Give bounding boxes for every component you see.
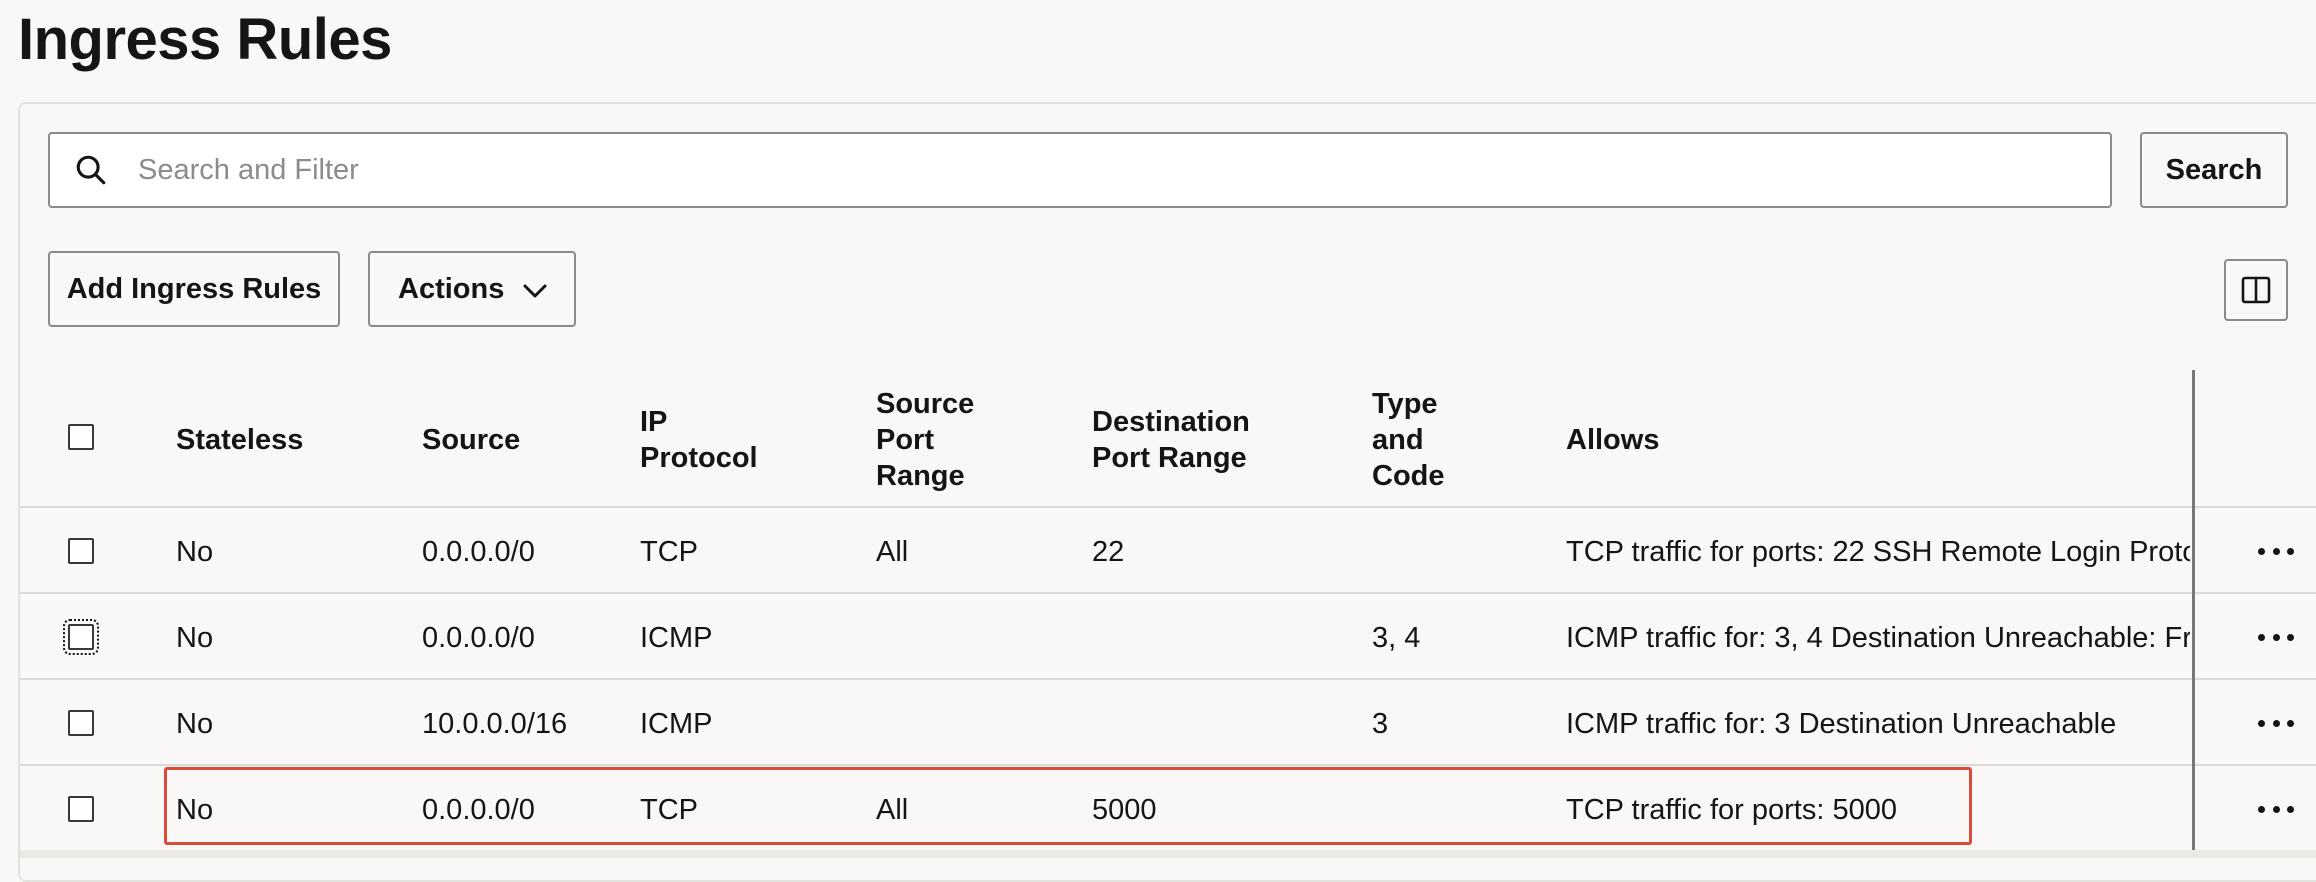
- cell-stateless: No: [176, 622, 214, 654]
- cell-source-port-range: All: [876, 794, 909, 826]
- header-ip-protocol-1[interactable]: IP: [640, 404, 667, 440]
- table-row: No 10.0.0.0/16 ICMP 3 ICMP traffic for: …: [20, 680, 2316, 766]
- row-checkbox[interactable]: [68, 710, 94, 736]
- cell-source: 0.0.0.0/0: [422, 794, 535, 826]
- header-ip-protocol-2[interactable]: Protocol: [640, 440, 758, 476]
- cell-source: 0.0.0.0/0: [422, 536, 535, 568]
- header-stateless[interactable]: Stateless: [176, 422, 303, 458]
- row-checkbox[interactable]: [68, 538, 94, 564]
- cell-type-and-code: 3, 4: [1372, 622, 1421, 654]
- select-all-checkbox[interactable]: [68, 424, 94, 450]
- search-input-container[interactable]: [48, 132, 2112, 208]
- cell-ip-protocol: ICMP: [640, 622, 713, 654]
- sticky-column-divider: [2192, 370, 2195, 858]
- more-actions-icon[interactable]: [2258, 804, 2294, 814]
- header-source-port-range-3[interactable]: Range: [876, 458, 965, 494]
- table-row: No 0.0.0.0/0 ICMP 3, 4 ICMP traffic for:…: [20, 594, 2316, 680]
- more-actions-icon[interactable]: [2258, 546, 2294, 556]
- cell-destination-port-range: 5000: [1092, 794, 1157, 826]
- header-type-and-code-3[interactable]: Code: [1372, 458, 1445, 494]
- row-checkbox[interactable]: [68, 796, 94, 822]
- table-bottom-edge: [20, 850, 2316, 858]
- header-type-and-code-2[interactable]: and: [1372, 422, 1424, 458]
- cell-type-and-code: 3: [1372, 708, 1389, 740]
- more-actions-icon[interactable]: [2258, 632, 2294, 642]
- cell-source-port-range: All: [876, 536, 909, 568]
- manage-columns-button[interactable]: [2224, 259, 2288, 321]
- page-title: Ingress Rules: [18, 7, 392, 72]
- cell-allows: TCP traffic for ports: 5000: [1566, 794, 1897, 826]
- row-checkbox[interactable]: [63, 619, 99, 655]
- ingress-rules-table: Stateless Source IP Protocol Source Port…: [20, 370, 2316, 858]
- chevron-down-icon: [523, 284, 547, 298]
- header-source-port-range-1[interactable]: Source: [876, 386, 974, 422]
- search-input[interactable]: [136, 152, 2040, 188]
- cell-allows: ICMP traffic for: 3 Destination Unreacha…: [1566, 708, 2117, 740]
- table-row: No 0.0.0.0/0 TCP All 22 TCP traffic for …: [20, 508, 2316, 594]
- search-button[interactable]: Search: [2140, 132, 2288, 208]
- table-row: No 0.0.0.0/0 TCP All 5000 TCP traffic fo…: [20, 766, 2316, 852]
- cell-source: 10.0.0.0/16: [422, 708, 568, 740]
- cell-ip-protocol: ICMP: [640, 708, 713, 740]
- header-type-and-code-1[interactable]: Type: [1372, 386, 1438, 422]
- cell-stateless: No: [176, 794, 214, 826]
- add-ingress-rules-button[interactable]: Add Ingress Rules: [48, 251, 340, 327]
- more-actions-icon[interactable]: [2258, 718, 2294, 728]
- cell-ip-protocol: TCP: [640, 536, 698, 568]
- columns-icon: [2241, 276, 2271, 304]
- cell-allows: ICMP traffic for: 3, 4 Destination Unrea…: [1566, 622, 2190, 654]
- header-destination-port-range-2[interactable]: Port Range: [1092, 440, 1247, 476]
- cell-destination-port-range: 22: [1092, 536, 1125, 568]
- header-allows[interactable]: Allows: [1566, 422, 1659, 458]
- cell-stateless: No: [176, 536, 214, 568]
- search-icon: [76, 155, 106, 185]
- actions-label: Actions: [398, 272, 505, 305]
- table-header-row: Stateless Source IP Protocol Source Port…: [20, 370, 2316, 508]
- cell-source: 0.0.0.0/0: [422, 622, 535, 654]
- cell-stateless: No: [176, 708, 214, 740]
- header-destination-port-range-1[interactable]: Destination: [1092, 404, 1250, 440]
- actions-dropdown-button[interactable]: Actions: [368, 251, 576, 327]
- header-source-port-range-2[interactable]: Port: [876, 422, 934, 458]
- cell-ip-protocol: TCP: [640, 794, 698, 826]
- header-source[interactable]: Source: [422, 422, 520, 458]
- cell-allows: TCP traffic for ports: 22 SSH Remote Log…: [1566, 536, 2190, 568]
